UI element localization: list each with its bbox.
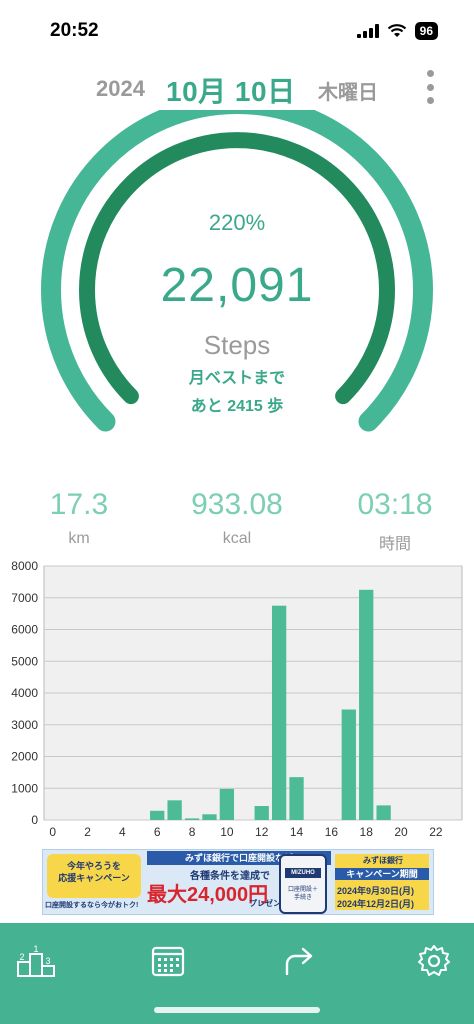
date-weekday: 木曜日 [318,82,378,104]
y-tick-label: 8000 [11,559,38,573]
goal-percent: 220% [208,210,266,235]
y-tick-label: 0 [31,813,38,827]
calories-value: 933.08 [191,488,283,521]
x-tick-label: 6 [154,825,161,839]
y-tick-label: 6000 [11,623,38,637]
hour-bar [167,800,182,820]
ad-period-start: 2024年9月30日(月) [337,886,415,896]
hour-bar [254,806,269,820]
hour-bar [150,810,165,820]
status-icons: 96 [356,22,438,40]
y-tick-label: 3000 [11,718,38,732]
x-tick-label: 14 [290,825,304,839]
hour-bar [341,709,356,820]
x-tick-label: 10 [220,825,234,839]
hour-bar [202,814,217,820]
status-time: 20:52 [50,20,99,41]
x-tick-label: 2 [84,825,91,839]
ad-banner[interactable]: 今年やろうを 応援キャンペーン 口座開設するなら今がおトク! みずほ銀行で口座開… [42,849,434,915]
svg-text:2: 2 [19,952,24,962]
x-tick-label: 16 [325,825,339,839]
calendar-icon [151,946,185,977]
x-tick-label: 4 [119,825,126,839]
battery-indicator: 96 [414,22,438,40]
hour-bar [219,788,235,820]
stat-duration: 03:18 時間 [316,488,474,554]
step-count: 22,091 [160,259,314,312]
tab-share[interactable] [280,941,320,981]
svg-text:3: 3 [45,956,50,966]
tab-settings[interactable] [414,941,454,981]
date-month-day[interactable]: 10月 10日 [166,70,296,110]
ad-campaign-badge: 今年やろうを 応援キャンペーン [47,854,141,898]
distance-unit: km [68,530,90,547]
y-tick-label: 1000 [11,781,38,795]
gear-icon [418,945,450,976]
y-tick-label: 4000 [11,686,38,700]
date-header: 2024 10月 10日 木曜日 [0,70,474,110]
ad-bank-name: みずほ銀行 [363,856,403,865]
y-tick-label: 7000 [11,591,38,605]
hour-bar [359,589,374,820]
ranking-icon: 1 2 3 [17,944,55,977]
wifi-icon [387,24,406,37]
x-tick-label: 0 [49,825,56,839]
share-icon [285,947,313,976]
home-indicator [154,1007,320,1013]
ad-period-end: 2024年12月2日(月) [337,899,415,909]
x-tick-label: 20 [394,825,408,839]
duration-value: 03:18 [357,488,433,521]
hour-bar [271,605,287,820]
step-unit: Steps [203,330,271,360]
tab-ranking[interactable]: 1 2 3 [16,941,56,981]
hourly-steps-chart: 0 1000 2000 3000 4000 5000 6000 7000 8000 0 2 4 6 8 10… [11,559,463,839]
ad-left-title: 今年やろうを 応援キャンペーン [58,861,130,883]
signal-icon [356,24,379,38]
y-tick-label: 5000 [11,654,38,668]
duration-unit: 時間 [378,536,411,553]
more-options-icon[interactable] [420,70,440,104]
y-tick-label: 2000 [11,750,38,764]
hour-bar [184,818,200,820]
ad-left-subtitle: 口座開設するなら今がおトク! [45,902,139,909]
stat-distance: 17.3 km [0,488,158,548]
ad-phone-text: 口座開設＋ 手続き [287,887,318,901]
ad-phone-image: MIZUHO 口座開設＋ 手続き [279,854,327,914]
ad-period-box: みずほ銀行 キャンペーン期間 2024年9月30日(月) 2024年12月2日(… [335,854,429,910]
calories-unit: kcal [222,530,252,547]
tab-calendar[interactable] [148,941,188,981]
distance-value: 17.3 [49,488,109,521]
status-bar: 20:52 96 [0,0,474,60]
date-year: 2024 [96,76,145,101]
ad-period-title: キャンペーン期間 [335,868,429,880]
x-tick-label: 12 [255,825,269,839]
x-tick-label: 18 [360,825,374,839]
x-tick-label: 8 [189,825,196,839]
hour-bar [376,805,391,820]
stat-calories: 933.08 kcal [158,488,316,548]
ad-phone-logo: MIZUHO [285,868,321,878]
svg-text:1: 1 [33,944,38,954]
monthly-best-label: 月ベストまで [188,370,286,387]
hour-bar [289,777,304,820]
monthly-best-remaining: あと 2415 歩 [190,398,284,415]
x-tick-label: 22 [429,825,443,839]
